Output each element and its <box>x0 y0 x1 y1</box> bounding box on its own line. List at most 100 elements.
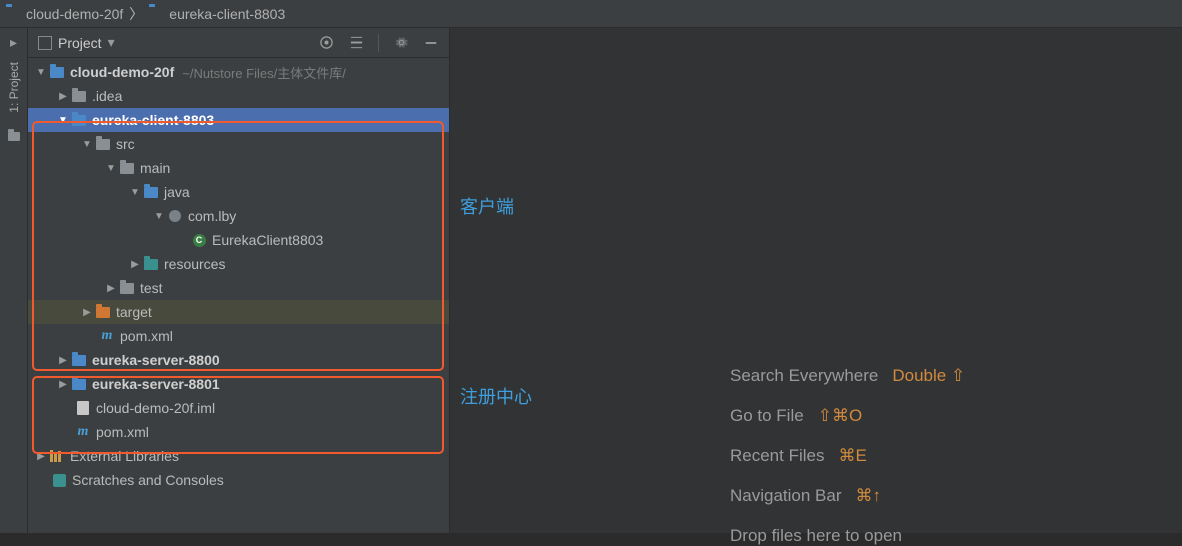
collapse-all-icon[interactable] <box>348 35 364 51</box>
tree-item-class[interactable]: C EurekaClient8803 <box>28 228 449 252</box>
hint-label: Recent Files <box>730 446 824 466</box>
tree-item-pom-root[interactable]: m pom.xml <box>28 420 449 444</box>
folder-icon <box>70 91 88 102</box>
tree-root-path: ~/Nutstore Files/主体文件库/ <box>182 63 346 82</box>
breadcrumb-current-label: eureka-client-8803 <box>169 6 285 22</box>
project-sidebar: Project ▾ <box>28 28 450 533</box>
hide-icon[interactable] <box>423 35 439 51</box>
divider <box>378 34 379 52</box>
folder-icon <box>118 163 136 174</box>
maven-icon: m <box>74 424 92 440</box>
hint-label: Search Everywhere <box>730 366 878 386</box>
editor-empty-area: 客户端 注册中心 Search Everywhere Double ⇧ Go t… <box>450 28 1182 533</box>
hint-recent-files: Recent Files ⌘E <box>730 446 965 466</box>
hint-label: Go to File <box>730 406 804 426</box>
breadcrumb-root[interactable]: cloud-demo-20f <box>6 6 123 22</box>
source-folder-icon <box>142 187 160 198</box>
expand-arrow-icon[interactable]: ▶ <box>104 283 118 294</box>
tree-label: resources <box>164 256 225 272</box>
tree-item-server-8800[interactable]: ▶ eureka-server-8800 <box>28 348 449 372</box>
module-folder-icon <box>70 115 88 126</box>
tree-label: test <box>140 280 163 296</box>
expand-arrow-icon[interactable]: ▶ <box>34 451 48 462</box>
expand-arrow-icon[interactable]: ▼ <box>80 139 94 150</box>
tree-label: eureka-server-8800 <box>92 352 220 368</box>
expand-arrow-icon[interactable]: ▶ <box>128 259 142 270</box>
tree-root[interactable]: ▼ cloud-demo-20f ~/Nutstore Files/主体文件库/ <box>28 60 449 84</box>
tree-label: EurekaClient8803 <box>212 232 323 248</box>
library-icon <box>48 450 66 462</box>
hint-shortcut: ⌘E <box>838 446 866 466</box>
folder-icon <box>94 139 112 150</box>
hint-label: Drop files here to open <box>730 526 902 546</box>
tree-label: Scratches and Consoles <box>72 472 224 488</box>
sidebar-title: Project <box>58 35 102 51</box>
breadcrumb-current[interactable]: eureka-client-8803 <box>149 6 285 22</box>
hint-goto-file: Go to File ⇧⌘O <box>730 406 965 426</box>
locate-icon[interactable] <box>318 35 334 51</box>
expand-arrow-icon[interactable]: ▶ <box>56 91 70 102</box>
expand-arrow-icon[interactable]: ▼ <box>128 187 142 198</box>
tree-root-label: cloud-demo-20f <box>70 64 174 80</box>
gutter-project-label[interactable]: 1: Project <box>7 56 21 119</box>
expand-arrow-icon[interactable]: ▼ <box>104 163 118 174</box>
expand-arrow-icon[interactable]: ▼ <box>152 211 166 222</box>
class-icon: C <box>190 234 208 247</box>
collapse-gutter-icon[interactable]: ▸ <box>6 34 22 50</box>
tree-item-client[interactable]: ▼ eureka-client-8803 <box>28 108 449 132</box>
breadcrumb-separator: 〉 <box>129 4 143 24</box>
chevron-down-icon: ▾ <box>108 34 115 51</box>
tree-label: cloud-demo-20f.iml <box>96 400 215 416</box>
sidebar-header: Project ▾ <box>28 28 449 58</box>
expand-arrow-icon[interactable]: ▶ <box>56 355 70 366</box>
tree-item-extlib[interactable]: ▶ External Libraries <box>28 444 449 468</box>
tree-label: eureka-server-8801 <box>92 376 220 392</box>
tree-label: eureka-client-8803 <box>92 112 214 128</box>
package-icon <box>166 210 184 222</box>
annotation-registry: 注册中心 <box>460 383 532 409</box>
hint-shortcut: ⇧⌘O <box>818 406 862 426</box>
sidebar-view-selector[interactable]: Project ▾ <box>38 34 115 51</box>
left-tool-gutter: ▸ 1: Project <box>0 28 28 533</box>
tree-item-main[interactable]: ▼ main <box>28 156 449 180</box>
tree-item-scratches[interactable]: Scratches and Consoles <box>28 468 449 492</box>
tree-label: External Libraries <box>70 448 179 464</box>
tree-label: pom.xml <box>96 424 149 440</box>
hint-shortcut: ⌘↑ <box>856 486 882 506</box>
tree-label: src <box>116 136 135 152</box>
scratch-icon <box>50 474 68 487</box>
iml-file-icon <box>74 401 92 415</box>
tree-item-src[interactable]: ▼ src <box>28 132 449 156</box>
hint-label: Navigation Bar <box>730 486 842 506</box>
hint-navigation-bar: Navigation Bar ⌘↑ <box>730 486 965 506</box>
tree-label: pom.xml <box>120 328 173 344</box>
expand-arrow-icon[interactable]: ▼ <box>34 67 48 78</box>
welcome-hints: Search Everywhere Double ⇧ Go to File ⇧⌘… <box>730 366 965 546</box>
tree-label: target <box>116 304 152 320</box>
tree-item-idea[interactable]: ▶ .idea <box>28 84 449 108</box>
tree-item-test[interactable]: ▶ test <box>28 276 449 300</box>
module-folder-icon <box>70 379 88 390</box>
expand-arrow-icon[interactable]: ▶ <box>56 379 70 390</box>
expand-arrow-icon[interactable]: ▼ <box>56 115 70 126</box>
expand-arrow-icon[interactable]: ▶ <box>80 307 94 318</box>
tree-item-package[interactable]: ▼ com.lby <box>28 204 449 228</box>
tree-item-iml[interactable]: cloud-demo-20f.iml <box>28 396 449 420</box>
tree-label: java <box>164 184 190 200</box>
tree-item-resources[interactable]: ▶ resources <box>28 252 449 276</box>
tree-item-target[interactable]: ▶ target <box>28 300 449 324</box>
project-tree[interactable]: ▼ cloud-demo-20f ~/Nutstore Files/主体文件库/… <box>28 58 449 533</box>
gutter-folder-icon[interactable] <box>6 129 22 145</box>
annotation-client: 客户端 <box>460 193 514 219</box>
hint-drop-files: Drop files here to open <box>730 526 965 546</box>
gear-icon[interactable] <box>393 35 409 51</box>
excluded-folder-icon <box>94 307 112 318</box>
tree-item-server-8801[interactable]: ▶ eureka-server-8801 <box>28 372 449 396</box>
breadcrumb: cloud-demo-20f 〉 eureka-client-8803 <box>0 0 1182 28</box>
resources-folder-icon <box>142 259 160 270</box>
folder-icon <box>118 283 136 294</box>
hint-search-everywhere: Search Everywhere Double ⇧ <box>730 366 965 386</box>
tree-item-java[interactable]: ▼ java <box>28 180 449 204</box>
tree-item-pom[interactable]: m pom.xml <box>28 324 449 348</box>
module-folder-icon <box>70 355 88 366</box>
